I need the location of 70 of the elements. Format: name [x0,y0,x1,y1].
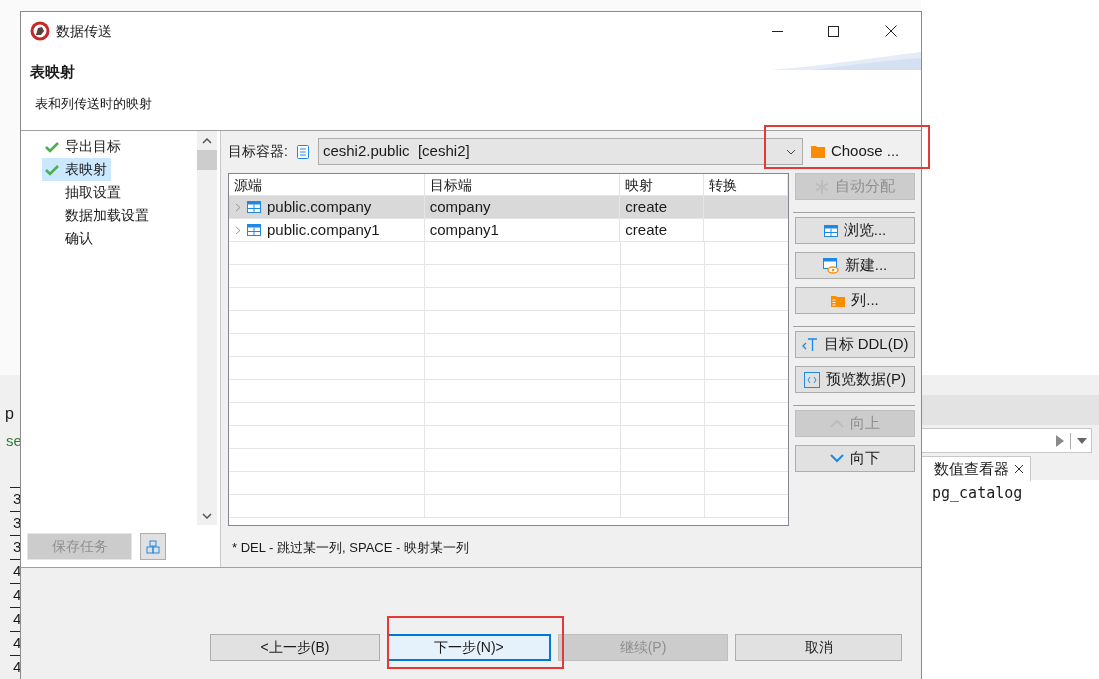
table-cell-text: company1 [429,219,499,240]
scrollbar[interactable] [197,131,217,525]
target-container-dropdown[interactable]: ceshi2.public [ceshi2] [317,138,803,165]
target-container-label: 目标容器: [228,142,288,161]
query-field[interactable] [921,428,1092,453]
check-icon [45,140,59,153]
nav-button[interactable]: 取消 [735,634,902,661]
column-header[interactable]: 源端 [229,174,425,195]
side-button[interactable]: 浏览... [795,217,915,244]
code-preview-icon [804,371,820,388]
folder-icon [810,145,825,158]
table-cell-text: public.company1 [267,219,380,240]
side-button[interactable]: 预览数据(P) [795,366,915,393]
column-header[interactable]: 目标端 [424,174,621,195]
line-number: 4 [13,634,22,651]
side-button[interactable]: 新建... [795,252,915,279]
table-icon [247,224,261,236]
table-cell-text: create [625,219,667,240]
page-title: 表映射 [30,62,76,82]
table-row[interactable]: public.company company create [229,196,788,219]
hint-text: * DEL - 跳过某一列, SPACE - 映射某一列 [231,539,470,557]
folder-icon [831,294,846,307]
caret-icon [785,148,796,155]
table-cell-text: public.company [267,196,372,217]
step-item[interactable]: 数据加载设置 [42,204,153,227]
side-button[interactable]: 目标 DDL(D) [795,331,915,358]
close-icon [885,25,897,37]
table-cell-text: company [429,196,491,217]
table-icon [823,224,838,237]
code-text-icon [801,337,818,352]
page-subtitle: 表和列传送时的映射 [34,95,153,113]
choose-button[interactable]: Choose ... [802,138,910,165]
table-cell-text: create [625,196,667,217]
step-item[interactable]: 表映射 [42,158,111,181]
viewer-text: pg_catalog [932,483,1023,504]
play-icon [1056,434,1064,447]
table-eye-icon [822,257,839,274]
line-number: 4 [13,562,22,579]
expand-icon[interactable] [235,202,241,212]
line-number: 4 [13,586,22,603]
expand-icon[interactable] [235,225,241,235]
chevron-up-icon [202,138,212,144]
check-icon [45,163,59,176]
nav-button[interactable]: 下一步(N)> [387,634,551,661]
window-title: 数据传送 [56,21,112,41]
table-icon [247,201,261,213]
minimize-icon [771,30,783,32]
close-icon[interactable] [1014,464,1024,474]
boxes-icon [146,539,160,554]
column-header[interactable]: 转换 [704,174,788,195]
chevron-down-icon [202,513,212,519]
line-number: 4 [13,610,22,627]
chevron-down-icon [830,454,844,463]
maximize-icon [827,25,839,37]
caret-icon [1077,437,1087,444]
task-icon-button[interactable] [140,533,166,560]
viewer-tab[interactable]: 数值查看器 [921,456,1031,481]
step-item[interactable]: 确认 [42,227,97,250]
document-icon [296,144,309,159]
line-number: 4 [13,658,22,675]
nav-button[interactable]: <上一步(B) [210,634,380,661]
editor-tab[interactable]: p [5,404,14,424]
scroll-thumb[interactable] [197,150,217,170]
step-item[interactable]: 导出目标 [42,135,125,158]
side-button[interactable]: 向下 [795,445,915,472]
step-item[interactable]: 抽取设置 [42,181,125,204]
table-row[interactable]: public.company1 company1 create [229,219,788,242]
side-button[interactable]: 列... [795,287,915,314]
app-logo-icon [30,21,50,41]
column-header[interactable]: 映射 [620,174,705,195]
